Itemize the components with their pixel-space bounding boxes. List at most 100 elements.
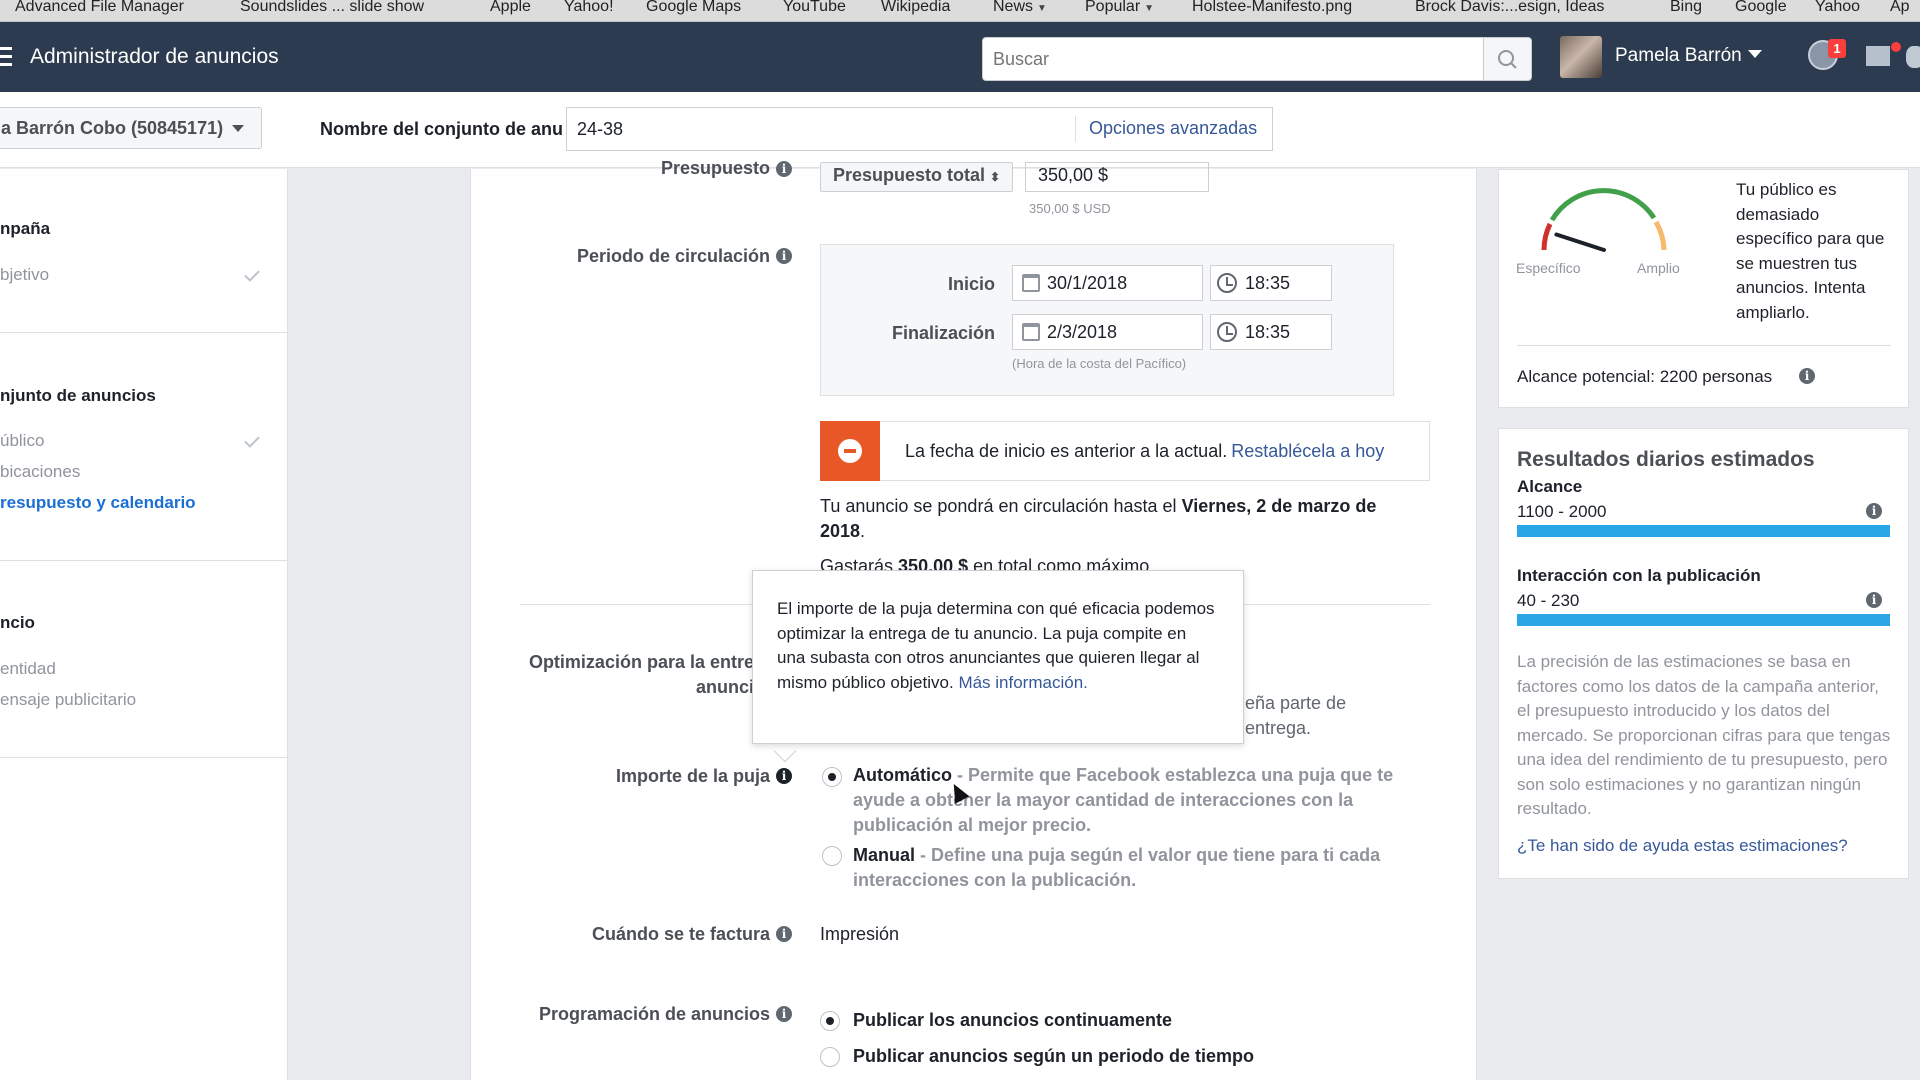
chevron-down-icon[interactable] [1748,50,1762,58]
bookmark-item[interactable]: Yahoo! [564,0,614,15]
learn-more-link[interactable]: Más información. [958,673,1087,692]
avatar[interactable] [1560,36,1602,78]
start-date-input[interactable]: 30/1/2018 [1012,265,1203,301]
bid-manual-radio[interactable] [822,846,842,866]
info-icon[interactable]: i [776,926,792,942]
bookmark-label: News [993,0,1034,15]
bookmark-label: Popular [1085,0,1141,15]
bookmark-item[interactable]: Google Maps [646,0,742,15]
info-icon[interactable]: i [776,161,792,177]
app-title: Administrador de anuncios [30,45,279,68]
bookmark-item[interactable]: Bing [1670,0,1703,15]
menu-icon[interactable] [0,47,16,71]
bookmark-item[interactable]: Wikipedia [881,0,950,15]
option-title: Publicar anuncios según un periodo de ti… [853,1046,1255,1066]
bookmark-item[interactable]: Apple [490,0,531,15]
run-on-schedule-radio[interactable] [820,1047,840,1067]
sidebar-item-identity[interactable]: entidad [0,659,56,679]
run-on-schedule-option[interactable]: Publicar anuncios según un periodo de ti… [853,1044,1254,1069]
bid-automatic-option[interactable]: Automático - Permite que Facebook establ… [853,763,1408,838]
user-name[interactable]: Pamela Barrón [1615,45,1742,67]
estimates-feedback-link[interactable]: ¿Te han sido de ayuda estas estimaciones… [1517,836,1848,856]
bid-manual-option[interactable]: Manual - Define una puja según el valor … [853,843,1408,893]
potential-reach-text: Alcance potencial: 2200 personas [1517,367,1773,386]
bookmark-item[interactable]: Popular ▼ [1085,0,1154,16]
gear-icon[interactable] [1906,46,1920,68]
flag-icon[interactable] [1866,46,1890,66]
calendar-icon [1022,274,1040,292]
sidebar-item-objective[interactable]: bjetivo [0,265,49,285]
bookmark-item[interactable]: Google [1735,0,1787,15]
bookmark-label: Bing [1670,0,1703,15]
bookmark-item[interactable]: Soundslides ... slide show [240,0,425,15]
budget-type-select[interactable]: Presupuesto total ⬍ [820,162,1013,192]
optimization-label-line: anunci [695,677,754,697]
search-input[interactable] [982,37,1484,81]
account-label: a Barrón Cobo (50845171) [1,118,224,138]
error-icon [838,439,862,463]
sidebar-item-placements[interactable]: bicaciones [0,462,80,482]
bookmark-label: Ap [1890,0,1910,15]
bookmark-item[interactable]: Yahoo [1815,0,1860,15]
divider [0,560,288,561]
info-icon[interactable]: i [776,768,792,784]
info-icon[interactable]: i [776,248,792,264]
sidebar-item-budget-schedule[interactable]: resupuesto y calendario [0,493,196,513]
divider [1075,116,1076,142]
bookmark-label: YouTube [783,0,846,15]
bookmark-item[interactable]: Brock Davis:...esign, Ideas [1415,0,1604,15]
account-selector[interactable]: a Barrón Cobo (50845171) [0,107,262,149]
audience-description: Tu público es demasiado específico para … [1736,180,1885,322]
info-icon[interactable]: i [1866,592,1882,608]
advanced-options-link[interactable]: Opciones avanzadas [1089,118,1257,139]
reset-to-today-link[interactable]: Restablécela a hoy [1231,441,1384,461]
option-title: Publicar los anuncios continuamente [853,1010,1173,1030]
divider [1517,345,1891,346]
calendar-icon [1022,323,1040,341]
sidebar-section-ad[interactable]: ncio [0,613,35,633]
billing-value: Impresión [820,924,900,944]
bookmark-item[interactable]: YouTube [783,0,846,15]
billing-label: Cuándo se te factura [591,924,770,944]
bookmark-item[interactable]: Advanced File Manager [15,0,184,15]
engagement-label: Interacción con la publicación [1517,566,1761,585]
engagement-bar [1517,614,1890,626]
end-date-input[interactable]: 2/3/2018 [1012,314,1203,350]
sidebar-section-ad-set[interactable]: njunto de anuncios [0,386,156,406]
bookmark-label: Soundslides ... slide show [240,0,425,15]
bookmarks-bar: Advanced File Manager Soundslides ... sl… [0,0,1920,22]
info-icon[interactable]: i [1799,368,1815,384]
bookmark-label: Google Maps [646,0,742,15]
divider [0,332,288,333]
search-icon [1498,50,1517,69]
error-text: La fecha de inicio es anterior a la actu… [905,441,1228,461]
error-message: La fecha de inicio es anterior a la actu… [905,441,1384,462]
engagement-bar-fill [1517,614,1890,626]
runtime-suffix: . [860,521,866,541]
gauge-broad-label: Amplio [1637,260,1680,276]
sidebar-item-audience[interactable]: úblico [0,431,44,451]
chevron-down-icon: ▼ [1037,3,1047,14]
bookmark-item[interactable]: News ▼ [993,0,1047,16]
bookmark-label: Yahoo! [564,0,614,15]
bid-automatic-radio[interactable] [822,767,842,787]
bookmark-item[interactable]: Ap [1890,0,1910,15]
sidebar-section-campaign[interactable]: npaña [0,219,50,239]
info-icon[interactable]: i [776,1006,792,1022]
run-continuously-radio[interactable] [820,1011,840,1031]
end-label: Finalización [891,323,995,343]
reach-bar-fill [1517,525,1890,537]
search-button[interactable] [1484,37,1532,81]
bookmark-label: Apple [490,0,531,15]
info-icon[interactable]: i [1866,503,1882,519]
budget-type-label: Presupuesto total [833,165,986,185]
sidebar-item-ad-creative[interactable]: ensaje publicitario [0,690,136,710]
budget-amount-input[interactable]: 350,00 $ [1025,162,1209,192]
optimization-desc-line: eña parte de [1245,693,1347,713]
gauge-arc-broad [1653,220,1667,251]
run-continuously-option[interactable]: Publicar los anuncios continuamente [853,1008,1172,1033]
check-icon [244,266,260,282]
results-disclaimer: La precisión de las estimaciones se basa… [1517,652,1891,818]
check-icon [244,432,260,448]
bookmark-item[interactable]: Holstee-Manifesto.png [1192,0,1352,15]
